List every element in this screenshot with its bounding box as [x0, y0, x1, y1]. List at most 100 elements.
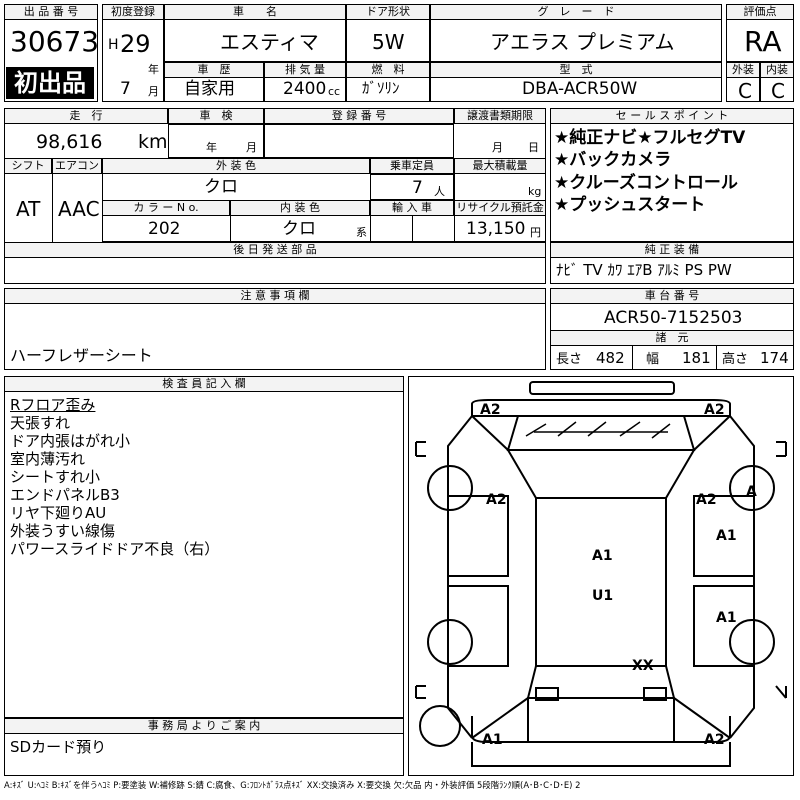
mark-right-front-door: A1	[716, 528, 737, 544]
transfer-label: 譲渡書類期限	[454, 108, 546, 124]
capacity-label: 乗車定員	[370, 158, 454, 174]
transfer-month-unit: 月	[492, 141, 503, 154]
load-unit: kg	[528, 185, 542, 198]
displacement: 2400	[283, 79, 327, 99]
notes-label: 注 意 事 項 欄	[4, 288, 546, 304]
inspector-line-1: Rフロア歪み	[10, 396, 96, 414]
chassis-label: 車 台 番 号	[550, 288, 794, 304]
height-label: 高さ	[722, 352, 749, 367]
inspector-line-9: パワースライドドア不良（右）	[10, 540, 220, 558]
inspector-label: 検 査 員 記 入 欄	[4, 376, 404, 392]
later-parts-label: 後 日 発 送 部 品	[4, 242, 546, 258]
inspection-label: 車 検	[168, 108, 264, 124]
inspector-line-4: 室内薄汚れ	[10, 450, 86, 468]
score: RA	[744, 25, 782, 58]
lot-number: 30673	[10, 25, 100, 58]
mark-body-center: U1	[592, 588, 613, 604]
first-reg-year: 29	[120, 30, 151, 58]
mark-rear-right: A2	[704, 732, 725, 748]
inspector-line-5: シートすれ小	[10, 468, 101, 486]
inspector-line-7: リヤ下廻りAU	[10, 504, 107, 522]
shift-ac-divider	[52, 158, 53, 242]
transfer-day-unit: 日	[528, 141, 539, 154]
mark-right-front-fender: A2	[696, 492, 717, 508]
car-diagram: A2 A2 A2 A2 A A1 A1 U1 A1 XX A1 A2	[415, 381, 787, 767]
width: 181	[682, 349, 711, 367]
sales-point-2: ★バックカメラ	[554, 150, 672, 170]
mark-left-front-fender: A2	[486, 492, 507, 508]
inspector-line-6: エンドパネルB3	[10, 486, 120, 504]
registration-label: 登 録 番 号	[264, 108, 454, 124]
office-label: 事 務 局 よ り ご 案 内	[4, 718, 404, 734]
model: DBA-ACR50W	[522, 79, 638, 99]
displacement-unit: cc	[328, 85, 341, 98]
equipment-label: 純 正 装 備	[550, 242, 794, 258]
mark-front-right: A2	[704, 402, 725, 418]
first-listing-badge: 初出品	[6, 67, 94, 99]
dims-div2	[716, 346, 717, 370]
mark-rear-left: A1	[482, 732, 503, 748]
length-label: 長さ	[556, 352, 583, 367]
ac: AAC	[58, 197, 100, 221]
sales-point-3: ★クルーズコントロール	[554, 173, 738, 193]
car-name: エスティマ	[220, 30, 319, 54]
width-label: 幅	[646, 352, 660, 367]
door-type: 5W	[372, 30, 405, 54]
mark-rear-body: XX	[632, 658, 654, 674]
mark-front-left: A2	[480, 402, 501, 418]
car-name-label: 車 名	[164, 4, 346, 20]
lot-number-label: 出 品 番 号	[4, 4, 98, 20]
load-label: 最大積載量	[454, 158, 546, 174]
inspector-line-2: 天張すれ	[10, 414, 71, 432]
sales-point-1: ★純正ナビ★フルセグTV	[554, 128, 746, 148]
sales-points-label: セ ー ル ス ポ イ ン ト	[550, 108, 794, 124]
inspector-line-3: ドア内張はがれ小	[10, 432, 131, 450]
inspector-line-8: 外装うすい線傷	[10, 522, 116, 540]
exterior-label: 外装	[726, 62, 760, 78]
spec-vdiv1	[230, 200, 231, 242]
color-label: 外 装 色	[102, 158, 370, 174]
first-reg-label: 初度登録	[102, 4, 164, 20]
door-label: ドア形状	[346, 4, 430, 20]
dims-label: 諸 元	[550, 330, 794, 346]
mark-roof: A1	[592, 548, 613, 564]
grade-label: グ レ ー ド	[430, 4, 722, 20]
length: 482	[596, 349, 625, 367]
shift: AT	[16, 197, 41, 221]
mark-right-rear-door: A1	[716, 610, 737, 626]
grade: アエラス プレミアム	[490, 30, 675, 54]
year-unit: 年	[148, 63, 159, 76]
registration-value	[264, 124, 454, 158]
era: H	[108, 37, 119, 53]
inspection-month-unit: 月	[246, 141, 257, 154]
mileage: 98,616	[36, 131, 103, 153]
dims-div1	[632, 346, 633, 370]
spec-vdiv3	[412, 216, 413, 242]
sales-point-4: ★プッシュスタート	[554, 195, 706, 215]
legend: A:ｷｽﾞ U:ﾍｺﾐ B:ｷｽﾞを伴うﾍｺﾐ P:要塗装 W:補修跡 S:錆 …	[4, 780, 581, 790]
interior-grade: C	[771, 79, 785, 103]
inspection-year-unit: 年	[206, 141, 217, 154]
ac-label: エアコン	[52, 158, 102, 174]
model-label: 型 式	[430, 62, 722, 78]
fuel: ｶﾞｿﾘﾝ	[362, 79, 400, 97]
mark-right-front-wheel: A	[746, 484, 757, 500]
mileage-label: 走 行	[4, 108, 168, 124]
fuel-label: 燃 料	[346, 62, 430, 78]
height: 174	[760, 349, 789, 367]
equipment: ﾅﾋﾞ TV ｶﾜ ｴｱB ｱﾙﾐ PS PW	[556, 261, 732, 279]
spec-vdiv4	[454, 174, 455, 242]
chassis-number: ACR50-7152503	[604, 308, 743, 328]
color-row-box	[102, 200, 546, 242]
score-label: 評価点	[726, 4, 794, 20]
history-label: 車 歴	[164, 62, 264, 78]
office-note: SDカード預り	[10, 738, 107, 756]
month-unit: 月	[148, 85, 159, 98]
capacity: 7	[412, 178, 423, 198]
capacity-unit: 人	[434, 185, 445, 198]
displacement-label: 排 気 量	[264, 62, 346, 78]
mileage-unit: km	[138, 131, 168, 153]
color: クロ	[204, 177, 238, 197]
first-reg-month: 7	[120, 79, 131, 99]
exterior-grade: C	[738, 79, 752, 103]
